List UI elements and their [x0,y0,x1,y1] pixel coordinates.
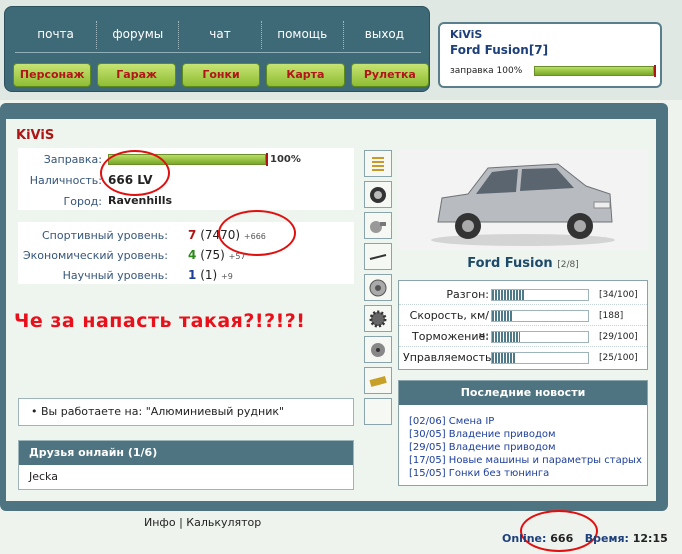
news-list: [02/06] Смена IP [30/05] Владение привод… [399,405,647,480]
spec-braking: Торможение: [29/100] [399,327,647,347]
user-summary: KiViS Ford Fusion[7] заправка 100% [438,22,662,88]
fuel-bar-end [266,153,268,166]
car-model[interactable]: Ford Fusion [467,256,552,271]
science-level: 1 [188,268,197,282]
news-title: Последние новости [399,381,647,405]
friend-item[interactable]: Jecka [19,465,353,489]
econ-points: (75) [200,248,225,262]
spec-handling: Управляемость: [25/100] [399,348,647,368]
spec-value: [188] [599,311,624,321]
sport-level: 7 [188,228,197,242]
map-button[interactable]: Карта [266,63,345,87]
news-item[interactable]: [30/05] Владение приводом [409,428,647,441]
annotation-text: Че за напасть такая?!?!?! [14,310,306,332]
user-fuel-label: заправка 100% [450,66,523,76]
news-item[interactable]: [29/05] Владение приводом [409,441,647,454]
spec-fill [492,353,516,363]
info-link[interactable]: Инфо [144,516,176,529]
online-label: Online: [502,532,547,545]
friends-title: Друзья онлайн (1/6) [19,441,353,465]
spec-speed: Скорость, км/ч: [188] [399,306,647,342]
spec-bar [491,331,589,343]
nav-help[interactable]: помощь [262,21,344,49]
news-item[interactable]: [02/06] Смена IP [409,415,647,428]
news-panel: Последние новости [02/06] Смена IP [30/0… [398,380,648,486]
friends-online: Друзья онлайн (1/6) Jecka [18,440,354,490]
races-button[interactable]: Гонки [181,63,261,87]
brake-disc-icon[interactable] [364,274,392,301]
engine-part-icon[interactable] [364,336,392,363]
car-image [398,150,648,250]
spec-fill [492,311,514,321]
main-menu: Персонаж Гараж Гонки Карта Рулетка [13,63,430,87]
car-name: Ford Fusion [2/8] [398,256,648,271]
spec-label: Управляемость: [403,351,496,364]
spec-value: [25/100] [599,353,638,363]
wiper-icon[interactable] [364,243,392,270]
econ-level: 4 [188,248,197,262]
cash-label: Наличность: [29,174,102,187]
user-name[interactable]: KiViS [450,28,650,42]
spec-bar [491,310,589,322]
news-item[interactable]: [17/05] Новые машины и параметры старых [409,454,647,467]
turbo-icon[interactable] [364,212,392,239]
spec-value: [29/100] [599,332,638,342]
roulette-button[interactable]: Рулетка [350,63,430,87]
fuel-bar-end [654,65,656,77]
work-text[interactable]: Вы работаете на: "Алюминиевый рудник" [41,405,284,418]
econ-level-label: Экономический уровень: [22,249,168,262]
user-car[interactable]: Ford Fusion[7] [450,42,650,58]
science-points: (1) [200,268,218,282]
highlight-circle [520,510,598,552]
spec-label: Торможение: [412,330,489,343]
fuel-label: Заправка: [43,153,102,166]
nav-forums[interactable]: форумы [97,21,180,49]
online-status: Online: 666 Время: 12:15 [502,532,668,545]
user-fuel-bar [534,65,656,77]
car-picture-icon [431,163,615,246]
spec-label: Разгон: [446,288,489,301]
spec-fill [492,290,525,300]
tuning-slots [364,150,392,429]
calculator-link[interactable]: Калькулятор [186,516,261,529]
spec-fill [492,332,520,342]
nav-divider [15,52,421,53]
bullet: • [31,405,38,418]
nav-frame: почта форумы чат помощь выход Персонаж Г… [4,6,430,92]
sport-level-label: Спортивный уровень: [41,229,168,242]
profile-name: KiViS [16,128,55,143]
footer-separator: | [179,516,183,529]
spring-icon[interactable] [364,150,392,177]
science-level-label: Научный уровень: [62,269,168,282]
highlight-circle [100,150,170,196]
character-button[interactable]: Персонаж [13,63,92,87]
top-nav: почта форумы чат помощь выход [15,21,425,49]
time-value: 12:15 [632,532,668,545]
nav-chat[interactable]: чат [179,21,262,49]
city-label: Город: [63,195,102,208]
spec-bar [491,352,589,364]
spec-bar [491,289,589,301]
spec-value: [34/100] [599,290,638,300]
garage-button[interactable]: Гараж [97,63,176,87]
science-level-value: 1 (1) +9 [188,268,233,282]
city-value[interactable]: Ravenhills [108,194,172,207]
work-status: • Вы работаете на: "Алюминиевый рудник" [18,398,354,426]
spec-acceleration: Разгон: [34/100] [399,285,647,305]
nav-logout[interactable]: выход [344,21,425,49]
news-item[interactable]: [15/05] Гонки без тюнинга [409,467,647,480]
empty-slot[interactable] [364,398,392,425]
footer-links: Инфо | Калькулятор [144,516,261,529]
online-count: 666 [550,532,574,545]
gear-icon[interactable] [364,305,392,332]
car-slot: [2/8] [557,260,579,270]
car-specs: Разгон: [34/100] Скорость, км/ч: [188] Т… [398,280,648,370]
science-delta: +9 [221,272,233,281]
fuel-value: 100% [270,154,301,165]
battery-icon[interactable] [364,367,392,394]
tire-icon[interactable] [364,181,392,208]
highlight-circle [218,210,296,256]
time-label: Время: [584,532,629,545]
nav-mail[interactable]: почта [15,21,98,49]
